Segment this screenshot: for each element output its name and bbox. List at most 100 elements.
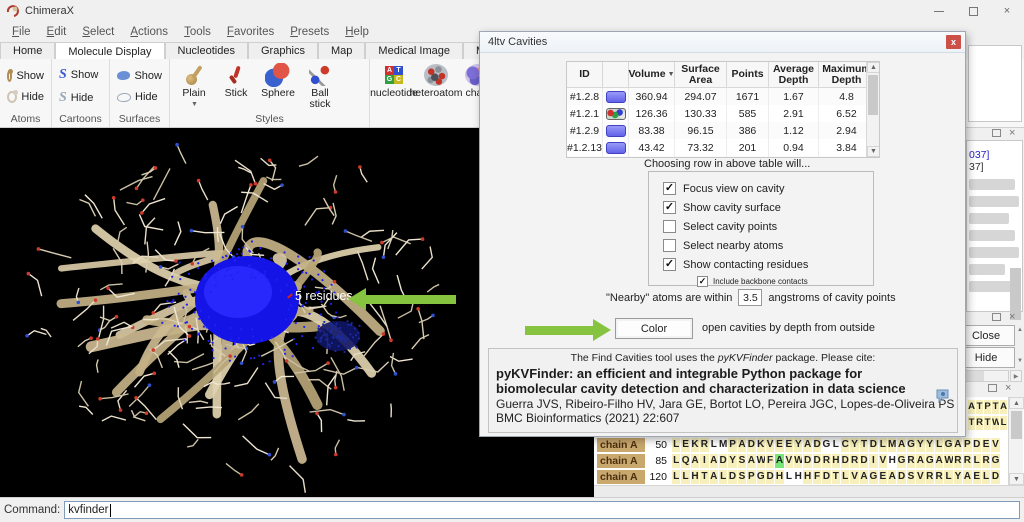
column-header-swatch[interactable] — [603, 62, 629, 88]
close-button[interactable]: × — [990, 0, 1024, 22]
table-scrollbar-thumb[interactable] — [868, 75, 878, 115]
tab-medical-image[interactable]: Medical Image — [365, 42, 463, 59]
dialog-close-button[interactable]: x — [946, 35, 961, 49]
nearby-distance-input[interactable]: 3.5 — [738, 289, 762, 306]
ribbon-button-hide-atoms[interactable]: Hide — [4, 90, 47, 104]
float-panel-icon[interactable] — [988, 384, 997, 392]
residue-letter: A — [887, 470, 896, 484]
sequence-row-50[interactable]: chain A50LEKRLMPADKVEEYADGLCYTDLMAGYYLGA… — [597, 437, 1000, 452]
ribbon-button-hide-surfaces[interactable]: Hide — [114, 90, 165, 104]
nearby-prefix-label: "Nearby" atoms are within — [606, 292, 732, 304]
ribbon-button-sphere-styles[interactable]: Sphere — [258, 61, 298, 99]
table-row[interactable]: #1.2.1343.4273.322010.943.84 — [567, 139, 879, 156]
menu-item-presets[interactable]: Presets — [282, 24, 337, 40]
cavity-color-swatch[interactable] — [606, 108, 626, 120]
scroll-down-icon[interactable]: ▼ — [1009, 473, 1024, 485]
float-panel-icon[interactable] — [992, 129, 1001, 137]
ribbon-button-nucleotide-coloring[interactable]: ATGCnucleotide — [374, 61, 414, 99]
ribbon-button-show-cartoons[interactable]: Show — [56, 66, 105, 84]
ribbon-button-heteroatom-coloring[interactable]: heteroatom — [416, 61, 456, 99]
menu-item-select[interactable]: Select — [74, 24, 122, 40]
residue-letter: L — [943, 470, 952, 484]
table-row[interactable]: #1.2.8360.94294.0716711.674.8 — [567, 88, 879, 105]
menu-item-actions[interactable]: Actions — [122, 24, 176, 40]
log-text-line: 37] — [967, 161, 1022, 173]
cartoons-hide-icon — [59, 90, 67, 106]
residue-letter: L — [972, 454, 981, 468]
checkbox-select-nearby-atoms[interactable]: Select nearby atoms — [663, 236, 873, 255]
close-panel-icon[interactable]: × — [1005, 384, 1011, 392]
residue-letter: V — [784, 454, 793, 468]
checkbox-focus-view-on-cavity[interactable]: ✓Focus view on cavity — [663, 179, 873, 198]
tab-nucleotides[interactable]: Nucleotides — [165, 42, 248, 59]
column-header-id[interactable]: ID — [567, 62, 603, 88]
ribbon-button-label: Hide — [135, 91, 158, 103]
cavity-color-swatch[interactable] — [606, 91, 626, 103]
checked-checkbox-icon[interactable]: ✓ — [663, 201, 676, 214]
residue-letter: Y — [793, 438, 802, 452]
scroll-down-icon[interactable]: ▼ — [1017, 358, 1023, 364]
close-panel-icon[interactable]: × — [1009, 129, 1015, 137]
ribbon-button-show-atoms[interactable]: Show — [4, 69, 47, 83]
sequence-scrollbar[interactable]: ▲ ▼ — [1008, 397, 1023, 485]
checked-checkbox-icon[interactable]: ✓ — [663, 182, 676, 195]
table-row[interactable]: #1.2.1126.36130.335852.916.52 — [567, 105, 879, 122]
minimize-button[interactable] — [922, 0, 956, 22]
scroll-up-icon[interactable]: ▲ — [1009, 397, 1024, 409]
column-header-volume[interactable]: Volume▼ — [629, 62, 675, 88]
residue-letter: M — [718, 438, 727, 452]
column-header-average-depth[interactable]: Average Depth — [769, 62, 819, 88]
cavity-color-swatch[interactable] — [606, 125, 626, 137]
panel-header-1: × — [992, 129, 1015, 137]
menu-item-edit[interactable]: Edit — [39, 24, 75, 40]
checkbox-include-backbone-contacts[interactable]: ✓Include backbone contacts — [697, 274, 873, 289]
ribbon-button-stick-styles[interactable]: Stick — [216, 61, 256, 99]
sequence-row-partial[interactable]: TRTWL — [967, 415, 1007, 430]
column-header-points[interactable]: Points — [727, 62, 769, 88]
table-row[interactable]: #1.2.983.3896.153861.122.94 — [567, 122, 879, 139]
checked-checkbox-icon[interactable]: ✓ — [663, 258, 676, 271]
tab-map[interactable]: Map — [318, 42, 365, 59]
menu-item-file[interactable]: File — [4, 24, 39, 40]
color-button[interactable]: Color — [615, 318, 693, 339]
scroll-up-icon[interactable]: ▲ — [867, 62, 880, 73]
citation-copy-icon[interactable] — [934, 389, 950, 403]
scroll-right-icon[interactable]: ▶ — [1010, 370, 1022, 382]
choosing-row-label: Choosing row in above table will... — [644, 158, 810, 170]
cavity-color-swatch[interactable] — [606, 142, 626, 154]
ribbon-button-hide-cartoons[interactable]: Hide — [56, 89, 105, 107]
chevron-down-icon[interactable]: ▼ — [191, 99, 198, 110]
column-header-surface-area[interactable]: Surface Area — [675, 62, 727, 88]
unchecked-checkbox-icon[interactable] — [663, 220, 676, 233]
ribbon-button-plain-styles[interactable]: Plain▼ — [174, 61, 214, 110]
tab-graphics[interactable]: Graphics — [248, 42, 318, 59]
checkbox-show-cavity-surface[interactable]: ✓Show cavity surface — [663, 198, 873, 217]
scroll-down-icon[interactable]: ▼ — [867, 146, 880, 157]
sequence-row-85[interactable]: chain A85LQAIADYSAWFAVWDDRHDRDIVHGRAGAWR… — [597, 453, 1000, 468]
ribbon-group-surfaces: ShowHideSurfaces — [110, 59, 170, 127]
maximize-button[interactable] — [956, 0, 990, 22]
command-input[interactable]: kvfinder — [64, 501, 1020, 519]
sequence-scrollbar-thumb[interactable] — [1011, 411, 1022, 439]
residue-letter: W — [756, 454, 765, 468]
tab-home[interactable]: Home — [0, 42, 55, 59]
residue-letter: R — [962, 454, 971, 468]
table-scrollbar[interactable]: ▲ ▼ — [866, 62, 879, 157]
dialog-titlebar[interactable]: 4ltv Cavities — [480, 32, 965, 53]
ribbon-button-show-surfaces[interactable]: Show — [114, 69, 165, 83]
sequence-row-120[interactable]: chain A120LLHTALDSPGDHLHHFDTLVAGEADSVRRL… — [597, 469, 1000, 484]
ribbon-button-ball-stick-styles[interactable]: Ball stick — [300, 61, 340, 110]
checkbox-select-cavity-points[interactable]: Select cavity points — [663, 217, 873, 236]
menu-item-tools[interactable]: Tools — [176, 24, 219, 40]
checkbox-show-contacting-residues[interactable]: ✓Show contacting residues — [663, 255, 873, 274]
unchecked-checkbox-icon[interactable] — [663, 239, 676, 252]
ribbon-group-label: Styles — [174, 112, 365, 127]
menu-item-help[interactable]: Help — [337, 24, 377, 40]
float-panel-icon[interactable] — [992, 313, 1001, 321]
tab-molecule-display[interactable]: Molecule Display — [55, 42, 164, 60]
checked-checkbox-icon[interactable]: ✓ — [697, 276, 708, 287]
close-panel-icon[interactable]: × — [1009, 313, 1015, 321]
menu-item-favorites[interactable]: Favorites — [219, 24, 282, 40]
sequence-row-partial[interactable]: ATPTA — [967, 399, 1007, 414]
scroll-up-icon[interactable]: ▲ — [1017, 327, 1023, 333]
